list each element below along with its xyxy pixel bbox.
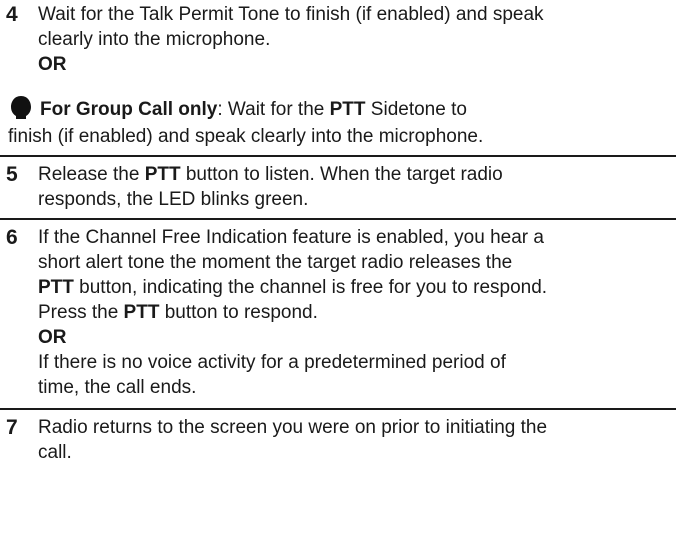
step-body: If the Channel Free Indication feature i… xyxy=(38,225,676,400)
step-body: finish (if enabled) and speak clearly in… xyxy=(8,124,676,149)
step-text: If there is no voice activity for a pred… xyxy=(38,352,506,373)
step-text: call. xyxy=(38,442,72,463)
instruction-page: 4 Wait for the Talk Permit Tone to finis… xyxy=(0,0,683,541)
step-divider xyxy=(0,408,676,410)
group-call-icon xyxy=(11,96,31,119)
step-text: Sidetone to xyxy=(365,99,467,120)
step-number: 5 xyxy=(6,163,18,186)
ptt-label: PTT xyxy=(144,164,181,185)
step-text: finish (if enabled) and speak clearly in… xyxy=(8,126,484,147)
ptt-label: PTT xyxy=(38,277,74,298)
step-text: button to respond. xyxy=(159,302,318,323)
step-body: Release the PTT button to listen. When t… xyxy=(38,162,676,212)
step-body: Radio returns to the screen you were on … xyxy=(38,415,676,465)
step-text: Wait for the Talk Permit Tone to finish … xyxy=(38,4,544,25)
step-number: 4 xyxy=(6,3,18,26)
or-separator: OR xyxy=(38,54,67,75)
step-divider xyxy=(0,218,676,220)
group-call-label: For Group Call only xyxy=(40,99,218,120)
or-separator: OR xyxy=(38,327,67,348)
step-text: Release the xyxy=(38,164,145,185)
step-text: If the Channel Free Indication feature i… xyxy=(38,227,544,248)
step-text: responds, the LED blinks green. xyxy=(38,189,309,210)
step-text: time, the call ends. xyxy=(38,377,197,398)
step-text: Radio returns to the screen you were on … xyxy=(38,417,548,438)
step-text: Press the xyxy=(38,302,124,323)
ptt-label: PTT xyxy=(123,302,160,323)
step-divider xyxy=(0,155,676,157)
step-number: 6 xyxy=(6,226,18,249)
ptt-label: PTT xyxy=(329,99,366,120)
step-text: button, indicating the channel is free f… xyxy=(73,277,548,298)
step-text: : Wait for the xyxy=(217,99,330,120)
step-text: short alert tone the moment the target r… xyxy=(38,252,513,273)
step-text: button to listen. When the target radio xyxy=(180,164,503,185)
step-text: clearly into the microphone. xyxy=(38,29,271,50)
group-call-note: For Group Call only: Wait for the PTT Si… xyxy=(8,94,676,122)
step-body: Wait for the Talk Permit Tone to finish … xyxy=(38,2,676,77)
step-number: 7 xyxy=(6,416,18,439)
